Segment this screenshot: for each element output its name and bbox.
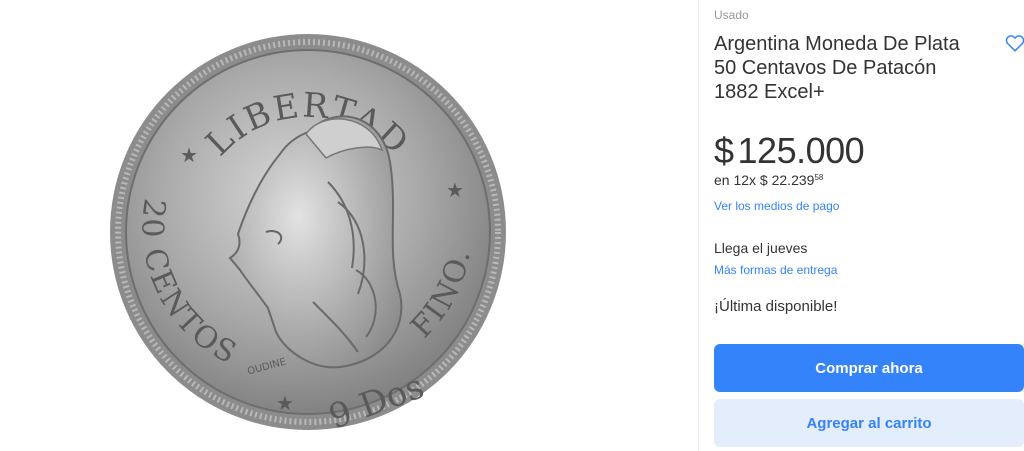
buy-now-button[interactable]: Comprar ahora (714, 344, 1024, 392)
installments-info: en 12x $ 22.23958 (714, 172, 823, 188)
price-amount: 125.000 (737, 130, 865, 171)
installments-cents: 58 (814, 173, 824, 182)
heart-icon[interactable] (1004, 32, 1024, 54)
installments-amount: 22.239 (771, 172, 815, 188)
stock-status: ¡Última disponible! (714, 298, 838, 315)
product-price: $125.000 (714, 130, 865, 172)
star-icon: ★ (446, 180, 464, 202)
installments-prefix: en 12x $ (714, 172, 772, 188)
product-image-coin[interactable]: LIBERTAD 20 CENTOS FINO. ★ ★ ★ OUDINE 9 … (108, 32, 508, 432)
column-divider (698, 0, 699, 451)
add-to-cart-button[interactable]: Agregar al carrito (714, 399, 1024, 447)
star-icon: ★ (180, 145, 198, 167)
price-currency: $ (714, 130, 734, 171)
payment-methods-link[interactable]: Ver los medios de pago (714, 199, 839, 213)
product-image-gallery: LIBERTAD 20 CENTOS FINO. ★ ★ ★ OUDINE 9 … (0, 0, 698, 451)
delivery-options-link[interactable]: Más formas de entrega (714, 263, 837, 277)
product-title: Argentina Moneda De Plata 50 Centavos De… (714, 33, 960, 103)
star-icon: ★ (276, 393, 294, 415)
item-condition: Usado (714, 8, 749, 22)
buy-box: Usado Argentina Moneda De Plata 50 Centa… (714, 0, 1024, 451)
delivery-info: Llega el jueves (714, 240, 808, 256)
